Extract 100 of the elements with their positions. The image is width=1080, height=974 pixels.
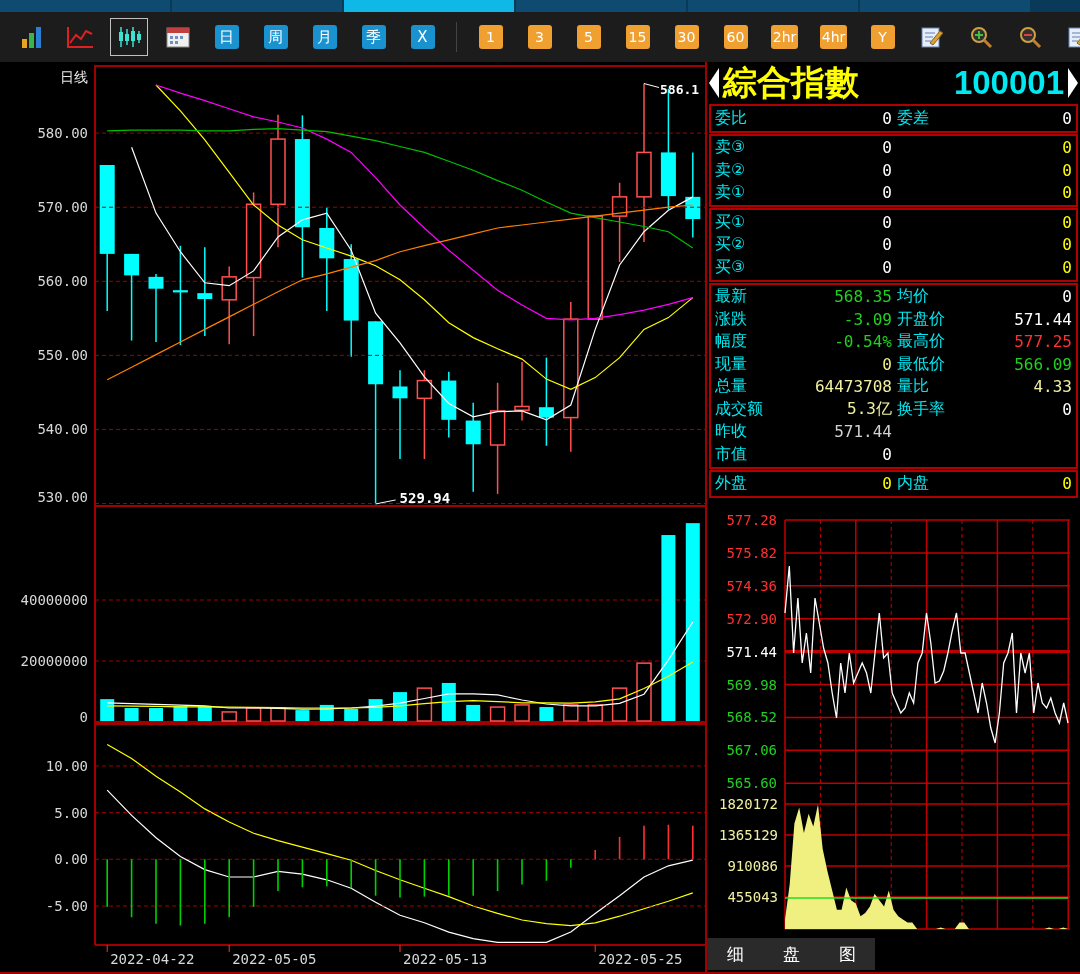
quote-label: 昨收 bbox=[715, 421, 748, 443]
line-chart-icon bbox=[65, 25, 94, 49]
candlestick bbox=[148, 273, 164, 343]
period-button[interactable]: 60 bbox=[723, 25, 748, 49]
quote-value: 0 bbox=[1062, 474, 1072, 494]
period-button[interactable]: 2hr bbox=[770, 25, 799, 49]
axis-label: 577.28 bbox=[726, 512, 777, 528]
period-button[interactable]: 月 bbox=[312, 25, 337, 49]
quote-value: 0 bbox=[882, 212, 892, 232]
quote-label: 量比 bbox=[897, 376, 929, 396]
axis-label: 567.06 bbox=[726, 742, 777, 759]
quote-label: 最新 bbox=[715, 286, 748, 308]
quote-label: 市值 bbox=[715, 443, 748, 465]
axis-label: 580.00 bbox=[37, 125, 88, 142]
date-label: 2022-05-05 bbox=[232, 951, 317, 967]
quote-value: 0 bbox=[882, 108, 892, 128]
quote-value: -0.54% bbox=[834, 332, 892, 352]
zoom-in-icon bbox=[968, 25, 993, 49]
leader-line bbox=[375, 499, 397, 505]
axis-label: 1820172 bbox=[719, 796, 778, 812]
quote-label: 外盘 bbox=[715, 473, 748, 495]
quote-label: 成交额 bbox=[715, 398, 764, 420]
axis-label: 574.36 bbox=[726, 577, 777, 594]
quote-value: 577.25 bbox=[1014, 332, 1072, 352]
axis-label: 10.00 bbox=[45, 757, 88, 774]
quote-label: 幅度 bbox=[715, 331, 748, 353]
candlestick bbox=[514, 361, 530, 422]
period-button[interactable]: 3 bbox=[527, 25, 552, 49]
axis-label: 0 bbox=[79, 709, 88, 723]
quote-label: 买③ bbox=[715, 256, 747, 278]
axis-label: 570.00 bbox=[37, 199, 88, 216]
quote-value: 0 bbox=[882, 444, 892, 464]
quote-label: 现量 bbox=[715, 353, 748, 375]
axis-label: 575.82 bbox=[726, 544, 777, 561]
calendar-icon bbox=[165, 26, 190, 48]
quote-value: 0 bbox=[1062, 183, 1072, 203]
quote-value: 0 bbox=[882, 138, 892, 158]
period-button[interactable]: X bbox=[410, 25, 435, 49]
candlestick-button[interactable] bbox=[109, 18, 148, 56]
tab[interactable]: 盘 bbox=[763, 938, 819, 971]
quote-value: 568.35 bbox=[834, 287, 892, 307]
quote-value: 0 bbox=[1062, 257, 1072, 277]
axis-label: 530.00 bbox=[37, 489, 88, 505]
notepad-pencil-icon bbox=[919, 25, 944, 49]
period-button[interactable]: 30 bbox=[674, 25, 699, 49]
axis-label: 540.00 bbox=[37, 421, 88, 438]
quote-label: 委差 bbox=[897, 107, 929, 127]
date-label: 2022-05-13 bbox=[403, 951, 488, 967]
quote-label: 最低价 bbox=[897, 353, 945, 373]
candlestick bbox=[441, 370, 457, 439]
quote-label: 内盘 bbox=[897, 473, 929, 493]
axis-label: 910086 bbox=[727, 858, 778, 874]
zoom-out-icon bbox=[1017, 25, 1042, 49]
quote-value: 571.44 bbox=[834, 422, 892, 442]
quote-value: 0 bbox=[1062, 138, 1072, 158]
period-button[interactable]: 1 bbox=[478, 25, 503, 49]
quote-value: 0 bbox=[882, 257, 892, 277]
quote-label: 总量 bbox=[715, 376, 748, 398]
date-label: 2022-05-25 bbox=[598, 951, 683, 967]
price-label: 529.94 bbox=[399, 489, 451, 505]
quote-value: 0 bbox=[1062, 235, 1072, 255]
quote-label: 买① bbox=[715, 211, 747, 233]
next-arrow-icon[interactable] bbox=[1068, 68, 1078, 98]
leader-line bbox=[643, 83, 660, 88]
tab[interactable]: 细 bbox=[707, 938, 763, 971]
quote-value: 64473708 bbox=[814, 377, 892, 397]
period-button[interactable]: Y bbox=[870, 25, 895, 49]
quote-label: 卖① bbox=[715, 182, 747, 204]
axis-label: 569.98 bbox=[726, 676, 777, 693]
quote-value: 0 bbox=[1062, 287, 1072, 307]
period-button[interactable]: 15 bbox=[625, 25, 650, 49]
axis-label: 40000000 bbox=[20, 592, 88, 608]
period-button[interactable]: 周 bbox=[263, 25, 288, 49]
quote-label: 换手率 bbox=[897, 398, 945, 418]
axis-label: 550.00 bbox=[37, 347, 88, 364]
previous-arrow-icon[interactable] bbox=[709, 68, 719, 98]
axis-label: 568.52 bbox=[726, 709, 777, 726]
axis-label: 572.90 bbox=[726, 610, 777, 627]
axis-label: 560.00 bbox=[37, 273, 88, 290]
quote-value: -3.09 bbox=[843, 309, 892, 329]
period-button[interactable]: 4hr bbox=[819, 25, 848, 49]
quote-value: 0 bbox=[1062, 160, 1072, 180]
quote-value: 0 bbox=[882, 354, 892, 374]
period-button[interactable]: 5 bbox=[576, 25, 601, 49]
axis-label: 571.44 bbox=[726, 643, 777, 660]
quote-value: 0 bbox=[1062, 108, 1072, 128]
axis-label: 565.60 bbox=[726, 775, 777, 792]
period-button[interactable]: 日 bbox=[214, 25, 239, 49]
price-label: 586.1 bbox=[660, 81, 700, 97]
tab[interactable]: 图 bbox=[819, 938, 875, 971]
axis-label: -5.00 bbox=[45, 898, 88, 914]
quote-label: 委比 bbox=[715, 107, 748, 129]
quote-value: 0 bbox=[1062, 212, 1072, 232]
quote-value: 0 bbox=[882, 474, 892, 494]
quote-value: 4.33 bbox=[1033, 377, 1072, 397]
period-button[interactable]: 季 bbox=[361, 25, 386, 49]
date-label: 2022-04-22 bbox=[110, 951, 195, 967]
quote-label: 卖③ bbox=[715, 137, 747, 159]
axis-label: 20000000 bbox=[20, 653, 88, 669]
quote-label: 开盘价 bbox=[897, 308, 945, 328]
